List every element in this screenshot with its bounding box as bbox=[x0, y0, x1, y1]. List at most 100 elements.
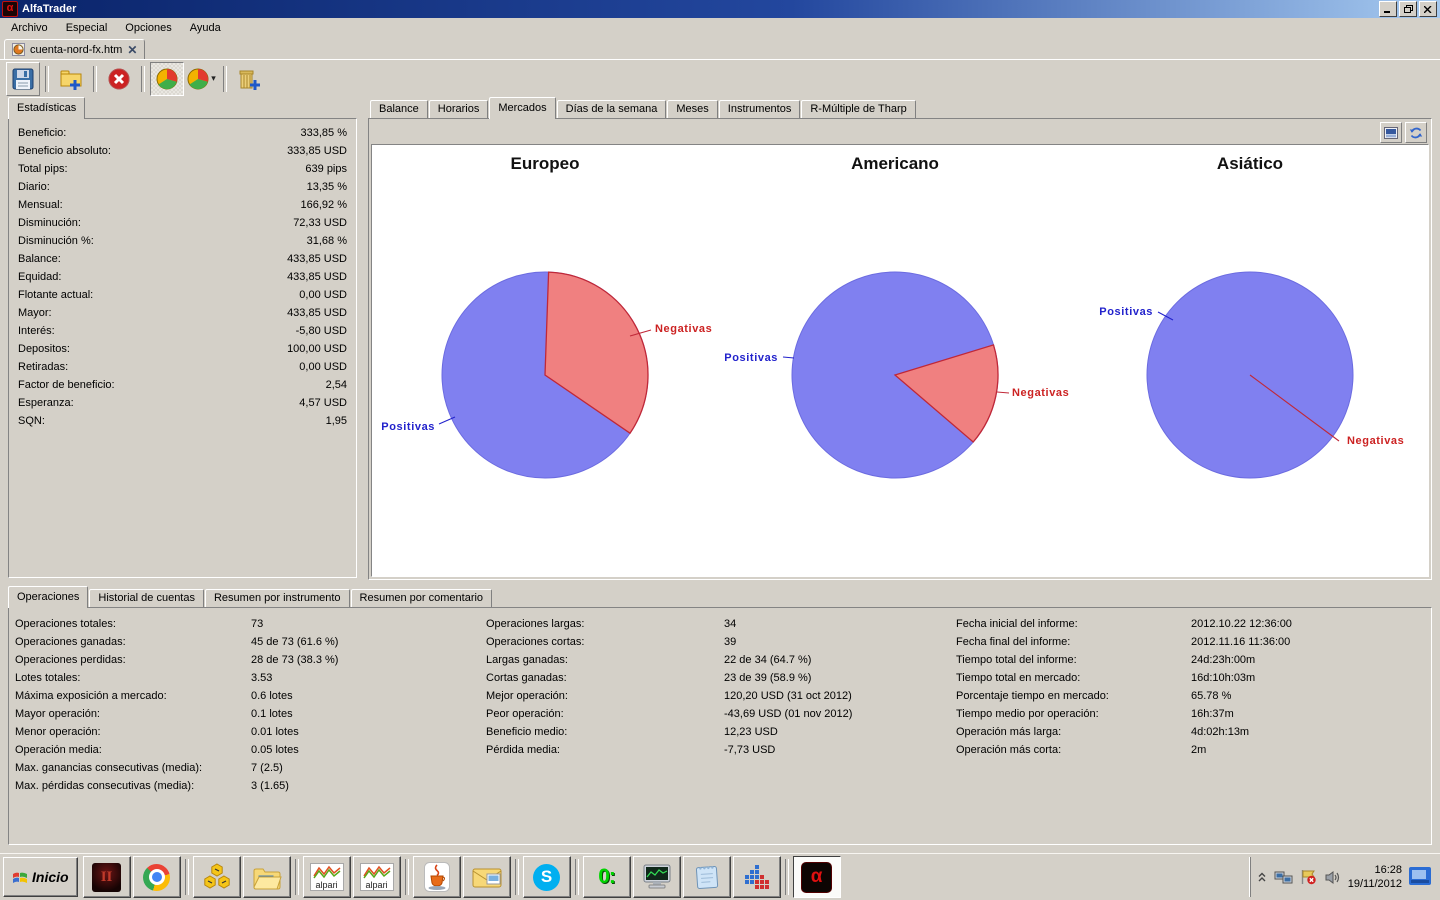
stat-row: Peor operación: -43,69 USD (01 nov 2012) bbox=[486, 705, 948, 723]
tab-estadisticas[interactable]: Estadísticas bbox=[8, 97, 86, 119]
stat-label: Retiradas: bbox=[18, 361, 69, 373]
pie-charts-svg: Europeo Positivas Negativas Americano Positi… bbox=[381, 154, 1404, 479]
stat-value: 0,00 USD bbox=[299, 289, 347, 301]
window-buttons bbox=[1379, 1, 1440, 17]
stat-row: Balance: 433,85 USD bbox=[9, 250, 356, 268]
stat-value: 65.78 % bbox=[1191, 690, 1232, 702]
stat-value: 2,54 bbox=[325, 379, 347, 391]
taskbar-button-alfatrader[interactable]: α bbox=[792, 856, 841, 898]
stat-row: Factor de beneficio: 2,54 bbox=[9, 376, 356, 394]
stat-row: Tiempo total del informe: 24d:23h:00m bbox=[956, 651, 1426, 669]
menu-item-archivo[interactable]: Archivo bbox=[2, 19, 57, 37]
taskbar-button-timer[interactable]: 0: bbox=[582, 856, 631, 898]
tab-historial-de-cuentas[interactable]: Historial de cuentas bbox=[89, 589, 204, 607]
equalizer-icon bbox=[742, 863, 772, 891]
refresh-icon bbox=[1409, 126, 1423, 140]
show-desktop-button[interactable] bbox=[1409, 866, 1431, 888]
stat-label: Mejor operación: bbox=[486, 690, 568, 702]
taskbar-button-alpari-metatrader[interactable]: alpari bbox=[302, 856, 351, 898]
pie-charts-canvas: Europeo Positivas Negativas Americano Positi… bbox=[371, 144, 1429, 577]
stat-label: Operación media: bbox=[15, 744, 102, 756]
folder-plus-icon bbox=[59, 67, 83, 91]
chart-title: Americano bbox=[851, 154, 939, 173]
taskbar-button-equalizer[interactable] bbox=[732, 856, 781, 898]
taskbar-button-mail[interactable] bbox=[462, 856, 511, 898]
stat-label: Fecha final del informe: bbox=[956, 636, 1071, 648]
pie-chart-icon bbox=[155, 67, 179, 91]
stat-label: Fecha inicial del informe: bbox=[956, 618, 1078, 630]
toolbar-separator bbox=[141, 65, 145, 92]
taskbar-button-notepad[interactable] bbox=[682, 856, 731, 898]
tray-time: 16:28 bbox=[1374, 864, 1402, 876]
tab-días-de-la-semana[interactable]: Días de la semana bbox=[556, 100, 667, 118]
taskbar-button-file-explorer[interactable] bbox=[242, 856, 291, 898]
menu-item-especial[interactable]: Especial bbox=[57, 19, 117, 37]
menu-item-ayuda[interactable]: Ayuda bbox=[181, 19, 230, 37]
chart-refresh-button[interactable] bbox=[1405, 122, 1427, 143]
stat-row: Disminución: 72,33 USD bbox=[9, 214, 356, 232]
pie-label-positivas: Positivas bbox=[1099, 306, 1153, 318]
delete-report-button[interactable] bbox=[102, 62, 136, 96]
document-tab[interactable]: cuenta-nord-fx.htm ✕ bbox=[4, 39, 146, 59]
start-button[interactable]: Inicio bbox=[3, 857, 78, 897]
tab-resumen-por-instrumento[interactable]: Resumen por instrumento bbox=[204, 589, 350, 607]
stat-value: 22 de 34 (64.7 %) bbox=[724, 654, 812, 666]
chart-snapshot-button[interactable] bbox=[1380, 122, 1402, 143]
minimize-button[interactable] bbox=[1379, 1, 1397, 17]
notepad-icon bbox=[693, 863, 721, 891]
tab-r-múltiple-de-tharp[interactable]: R-Múltiple de Tharp bbox=[801, 100, 916, 118]
tray-chevron-up-button[interactable] bbox=[1257, 871, 1267, 883]
stat-row: Beneficio absoluto: 333,85 USD bbox=[9, 142, 356, 160]
taskbar-button-java[interactable] bbox=[412, 856, 461, 898]
lineage2-icon: II bbox=[92, 862, 122, 892]
restore-button[interactable] bbox=[1399, 1, 1417, 17]
stat-label: Operación más corta: bbox=[956, 744, 1062, 756]
taskbar-button-hex-tools[interactable] bbox=[192, 856, 241, 898]
stat-row: Equidad: 433,85 USD bbox=[9, 268, 356, 286]
stat-value: 23 de 39 (58.9 %) bbox=[724, 672, 812, 684]
tab-operaciones[interactable]: Operaciones bbox=[8, 586, 89, 608]
save-button[interactable] bbox=[6, 61, 40, 96]
add-account-button[interactable] bbox=[54, 62, 88, 96]
menu-item-opciones[interactable]: Opciones bbox=[116, 19, 180, 37]
tab-resumen-por-comentario[interactable]: Resumen por comentario bbox=[350, 589, 493, 607]
stat-value: 433,85 USD bbox=[287, 271, 347, 283]
stat-row: Max. pérdidas consecutivas (media): 3 (1.… bbox=[15, 777, 477, 795]
close-button[interactable] bbox=[1419, 1, 1437, 17]
stat-value: 45 de 73 (61.6 %) bbox=[251, 636, 339, 648]
stat-value: 0.1 lotes bbox=[251, 708, 293, 720]
stat-row: Operaciones totales: 73 bbox=[15, 615, 477, 633]
add-instrument-button[interactable] bbox=[232, 62, 266, 96]
pie-report-menu-button[interactable]: ▾ bbox=[184, 62, 218, 96]
stat-row: Tiempo total en mercado: 16d:10h:03m bbox=[956, 669, 1426, 687]
tab-mercados[interactable]: Mercados bbox=[489, 97, 556, 119]
pie-label-leader-line bbox=[782, 356, 795, 359]
stat-row: Operaciones largas: 34 bbox=[486, 615, 948, 633]
tab-meses[interactable]: Meses bbox=[667, 100, 718, 118]
stat-label: Operaciones ganadas: bbox=[15, 636, 126, 648]
alpari-label: alpari bbox=[315, 880, 338, 890]
tray-speaker-button[interactable] bbox=[1324, 870, 1341, 885]
tray-network-button[interactable] bbox=[1274, 870, 1293, 885]
skype-icon: S bbox=[533, 863, 561, 891]
pie-report-button[interactable] bbox=[150, 61, 184, 96]
tab-horarios[interactable]: Horarios bbox=[428, 100, 489, 118]
stat-label: Max. pérdidas consecutivas (media): bbox=[15, 780, 195, 792]
close-icon bbox=[1424, 5, 1432, 13]
tray-security-alert-flag-button[interactable] bbox=[1300, 869, 1317, 885]
taskbar-button-alpari-metatrader-2[interactable]: alpari bbox=[352, 856, 401, 898]
stat-label: Peor operación: bbox=[486, 708, 564, 720]
stat-value: 2012.11.16 11:36:00 bbox=[1191, 636, 1291, 648]
taskbar-button-lineage2[interactable]: II bbox=[82, 856, 131, 898]
stat-value: 3.53 bbox=[251, 672, 273, 684]
stat-row: Max. ganancias consecutivas (media): 7 (2… bbox=[15, 759, 477, 777]
tab-balance[interactable]: Balance bbox=[370, 100, 428, 118]
restore-icon bbox=[1403, 5, 1413, 13]
taskbar-button-system-monitor[interactable] bbox=[632, 856, 681, 898]
document-tab-close-icon[interactable]: ✕ bbox=[127, 44, 137, 56]
taskbar-button-chrome[interactable] bbox=[132, 856, 181, 898]
tab-instrumentos[interactable]: Instrumentos bbox=[718, 100, 801, 118]
taskbar-button-skype[interactable]: S bbox=[522, 856, 571, 898]
pie-label-leader-line bbox=[996, 391, 1010, 394]
stat-label: Factor de beneficio: bbox=[18, 379, 115, 391]
